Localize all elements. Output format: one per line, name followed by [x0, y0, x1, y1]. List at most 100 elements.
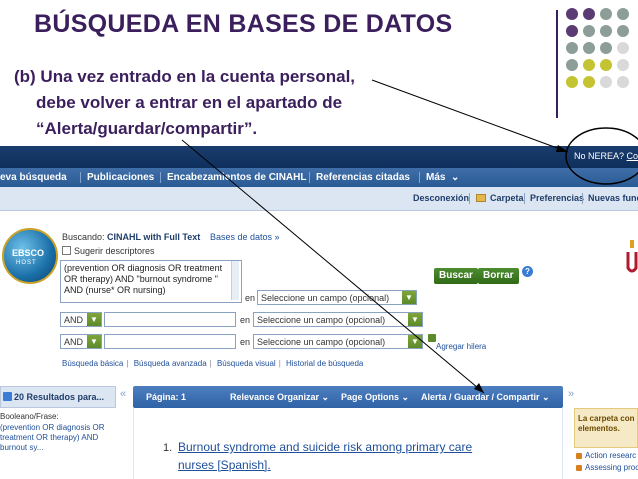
- decor-divider: [556, 10, 558, 118]
- folder-link[interactable]: Carpeta: [490, 193, 524, 203]
- searching-in: Buscando: CINAHL with Full Text: [62, 232, 200, 242]
- institution-logo: [626, 240, 638, 273]
- suggest-checkbox[interactable]: [62, 246, 71, 255]
- folder-item-icon: [576, 453, 582, 459]
- add-row-link[interactable]: Agregar hilera: [436, 342, 486, 351]
- boolean-query-text: (prevention OR diagnosis OR treatment OR…: [0, 423, 105, 452]
- chevron-down-icon: ▼: [408, 335, 422, 348]
- relevance-sort-label: Relevance Organizar: [230, 392, 320, 402]
- nav-more[interactable]: Más: [426, 172, 445, 183]
- logout-link[interactable]: Desconexión: [413, 193, 469, 203]
- main-nav: eva búsqueda Publicaciones Encabezamient…: [0, 168, 638, 187]
- search-term-input-3[interactable]: [104, 334, 236, 349]
- visual-search-link[interactable]: Búsqueda visual: [217, 359, 276, 368]
- decor-dot: [566, 25, 578, 37]
- top-bar: No NEREA? Co: [0, 146, 638, 168]
- field-select-1-value: Seleccione un campo (opcional): [261, 293, 390, 303]
- basic-search-link[interactable]: Búsqueda básica: [62, 359, 123, 368]
- slide-subtitle: (b) Una vez entrado en la cuenta persona…: [14, 64, 494, 142]
- decor-dot: [600, 76, 612, 88]
- result-title-link[interactable]: Burnout syndrome and suicide risk among …: [178, 438, 508, 474]
- decor-dot: [600, 42, 612, 54]
- suggest-descriptors[interactable]: Sugerir descriptores: [62, 246, 155, 256]
- decor-dot: [617, 42, 629, 54]
- decor-dot: [617, 8, 629, 20]
- sign-in-link[interactable]: Co: [627, 151, 638, 161]
- results-count[interactable]: 20 Resultados para...: [14, 392, 104, 402]
- toolbar-divider: [582, 193, 583, 204]
- search-mode-links: Búsqueda básica | Búsqueda avanzada | Búsq…: [62, 359, 364, 368]
- chevron-down-icon: ⌄: [451, 172, 460, 183]
- decor-dot: [566, 76, 578, 88]
- nav-divider: [309, 172, 310, 183]
- nav-divider: [160, 172, 161, 183]
- help-icon[interactable]: ?: [522, 266, 533, 277]
- chevron-down-icon: ▼: [87, 335, 101, 348]
- preferences-link[interactable]: Preferencias: [530, 193, 584, 203]
- search-input[interactable]: (prevention OR diagnosis OR treatment OR…: [60, 260, 242, 303]
- collapse-left-icon[interactable]: «: [120, 388, 126, 400]
- add-row-icon: [428, 334, 436, 342]
- nav-divider: [419, 172, 420, 183]
- chevron-down-icon: ▼: [402, 291, 416, 304]
- search-button[interactable]: Buscar: [434, 268, 478, 284]
- decor-dot: [583, 59, 595, 71]
- folder-item-link-1[interactable]: Action researc: [585, 451, 636, 460]
- folder-icon: [476, 194, 486, 202]
- logo-text: EBSCO: [12, 248, 45, 258]
- subtitle-line-1: (b) Una vez entrado en la cuenta persona…: [14, 67, 356, 86]
- searching-label: Buscando:: [62, 232, 105, 242]
- decor-dot: [617, 76, 629, 88]
- clear-button[interactable]: Borrar: [478, 268, 519, 284]
- field-select-2-value: Seleccione un campo (opcional): [257, 315, 386, 325]
- field-select-2[interactable]: Seleccione un campo (opcional) ▼: [253, 312, 423, 327]
- boolean-select-2[interactable]: AND ▼: [60, 334, 102, 349]
- chevron-down-icon: ▼: [408, 313, 422, 326]
- result-number: 1.: [163, 442, 173, 454]
- query-scrollbar[interactable]: [231, 261, 239, 300]
- databases-link[interactable]: Bases de datos »: [210, 232, 280, 242]
- nav-new-search[interactable]: eva búsqueda: [0, 172, 67, 183]
- decor-dot: [600, 59, 612, 71]
- results-toolbar: Página: 1 Relevance Organizar ⌄ Page Opt…: [133, 386, 563, 408]
- search-history-link[interactable]: Historial de búsqueda: [286, 359, 363, 368]
- new-features-link[interactable]: Nuevas funci: [588, 193, 638, 203]
- field-select-1[interactable]: Seleccione un campo (opcional) ▼: [257, 290, 417, 305]
- relevance-sort-menu[interactable]: Relevance Organizar ⌄: [230, 392, 329, 403]
- page-options-label: Page Options: [341, 392, 400, 402]
- user-status-text: No NEREA?: [574, 151, 625, 161]
- alert-save-share-label: Alerta / Guardar / Compartir: [421, 392, 540, 402]
- nav-publications[interactable]: Publicaciones: [87, 172, 154, 183]
- collapse-right-icon[interactable]: »: [568, 388, 574, 400]
- results-icon: [3, 392, 12, 401]
- decor-dot: [600, 8, 612, 20]
- toolbar-divider: [469, 193, 470, 204]
- decor-dot: [566, 8, 578, 20]
- search-term-input-2[interactable]: [104, 312, 236, 327]
- in-label: en: [245, 293, 256, 303]
- nav-cited-references[interactable]: Referencias citadas: [316, 172, 410, 183]
- slide-title: BÚSQUEDA EN BASES DE DATOS: [34, 10, 453, 38]
- field-select-3[interactable]: Seleccione un campo (opcional) ▼: [253, 334, 423, 349]
- nav-divider: [80, 172, 81, 183]
- decor-dot: [617, 59, 629, 71]
- toolbar-divider: [524, 193, 525, 204]
- suggest-label: Sugerir descriptores: [74, 246, 155, 256]
- decor-dot: [583, 25, 595, 37]
- user-status: No NEREA? Co: [574, 151, 638, 161]
- in-label: en: [240, 337, 251, 347]
- ebsco-screenshot: No NEREA? Co eva búsqueda Publicaciones …: [0, 146, 638, 479]
- page-indicator: Página: 1: [146, 392, 187, 402]
- nav-cinahl-headings[interactable]: Encabezamientos de CINAHL: [167, 172, 306, 183]
- page-options-menu[interactable]: Page Options ⌄: [341, 392, 409, 403]
- advanced-search-link[interactable]: Búsqueda avanzada: [134, 359, 207, 368]
- in-label: en: [240, 315, 251, 325]
- boolean-select-1[interactable]: AND ▼: [60, 312, 102, 327]
- folder-item-link-2[interactable]: Assessing proc: [585, 463, 638, 472]
- alert-save-share-menu[interactable]: Alerta / Guardar / Compartir ⌄: [421, 392, 550, 403]
- subtitle-line-2: debe volver a entrar en el apartado de: [36, 93, 343, 112]
- decor-dot: [617, 25, 629, 37]
- folder-panel-text-2: elementos.: [578, 424, 620, 433]
- subtitle-line-3: “Alerta/guardar/compartir”.: [36, 119, 258, 138]
- decor-dot: [600, 25, 612, 37]
